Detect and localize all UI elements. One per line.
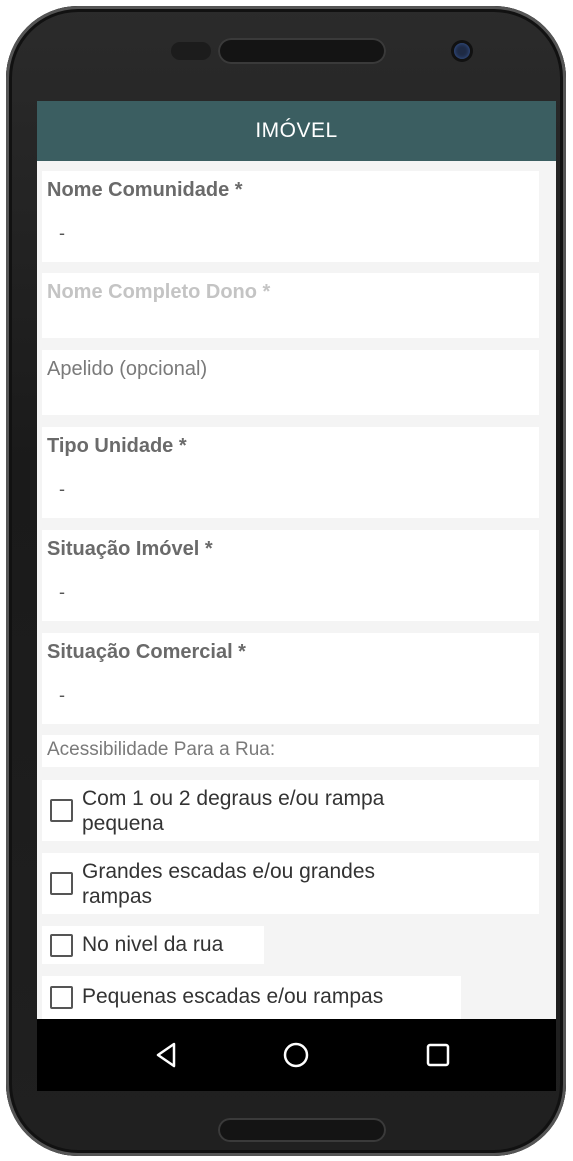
checkbox-icon[interactable] — [50, 934, 73, 957]
screen: IMÓVEL Nome Comunidade * - Nome Completo… — [37, 101, 556, 1091]
apelido-input[interactable]: Apelido (opcional) — [42, 350, 539, 415]
checkbox-nivel-rua[interactable]: No nivel da rua — [42, 926, 264, 964]
tipo-unidade-spinner[interactable]: Tipo Unidade * - — [42, 427, 539, 518]
checkbox-degraus-rampa-pequena[interactable]: Com 1 ou 2 degraus e/ou rampa pequena — [42, 780, 539, 841]
situacao-comercial-spinner[interactable]: Situação Comercial * - — [42, 633, 539, 724]
checkbox-label-line2: rampas — [82, 885, 153, 908]
form-content: Nome Comunidade * - Nome Completo Dono *… — [37, 161, 556, 1019]
checkbox-label-line2: pequena — [82, 812, 164, 835]
nome-dono-placeholder: Nome Completo Dono * — [47, 281, 271, 303]
page-title: IMÓVEL — [255, 119, 338, 142]
situacao-comercial-value: - — [59, 685, 65, 705]
checkbox-grandes-escadas[interactable]: Grandes escadas e/ou grandes rampas — [42, 853, 539, 914]
earpiece-speaker — [218, 38, 386, 64]
checkbox-pequenas-escadas[interactable]: Pequenas escadas e/ou rampas — [42, 976, 461, 1019]
checkbox-label-line1: Com 1 ou 2 degraus e/ou rampa — [82, 787, 385, 810]
apelido-placeholder: Apelido (opcional) — [47, 358, 208, 380]
checkbox-label: No nivel da rua — [82, 933, 224, 956]
checkbox-icon[interactable] — [50, 799, 73, 822]
checkbox-icon[interactable] — [50, 872, 73, 895]
nome-comunidade-spinner[interactable]: Nome Comunidade * - — [42, 171, 539, 262]
acessibilidade-label: Acessibilidade Para a Rua: — [47, 739, 276, 760]
tipo-unidade-value: - — [59, 479, 65, 499]
checkbox-label-line1: Grandes escadas e/ou grandes — [82, 860, 376, 883]
situacao-imovel-label: Situação Imóvel * — [47, 538, 213, 560]
bottom-speaker — [218, 1118, 386, 1142]
recents-icon[interactable] — [420, 1037, 456, 1073]
home-icon[interactable] — [278, 1037, 314, 1073]
situacao-comercial-label: Situação Comercial * — [47, 641, 246, 663]
proximity-sensor — [171, 42, 211, 60]
nome-comunidade-label: Nome Comunidade * — [47, 179, 243, 201]
situacao-imovel-value: - — [59, 582, 65, 602]
situacao-imovel-spinner[interactable]: Situação Imóvel * - — [42, 530, 539, 621]
checkbox-icon[interactable] — [50, 986, 73, 1009]
app-bar: IMÓVEL — [37, 101, 556, 161]
navigation-bar — [37, 1019, 556, 1091]
tipo-unidade-label: Tipo Unidade * — [47, 435, 187, 457]
nome-comunidade-value: - — [59, 223, 65, 243]
front-camera-icon — [454, 43, 470, 59]
back-icon[interactable] — [149, 1037, 185, 1073]
checkbox-label: Pequenas escadas e/ou rampas — [82, 985, 384, 1008]
nome-dono-input[interactable]: Nome Completo Dono * — [42, 273, 539, 338]
acessibilidade-section-label: Acessibilidade Para a Rua: — [42, 735, 539, 767]
